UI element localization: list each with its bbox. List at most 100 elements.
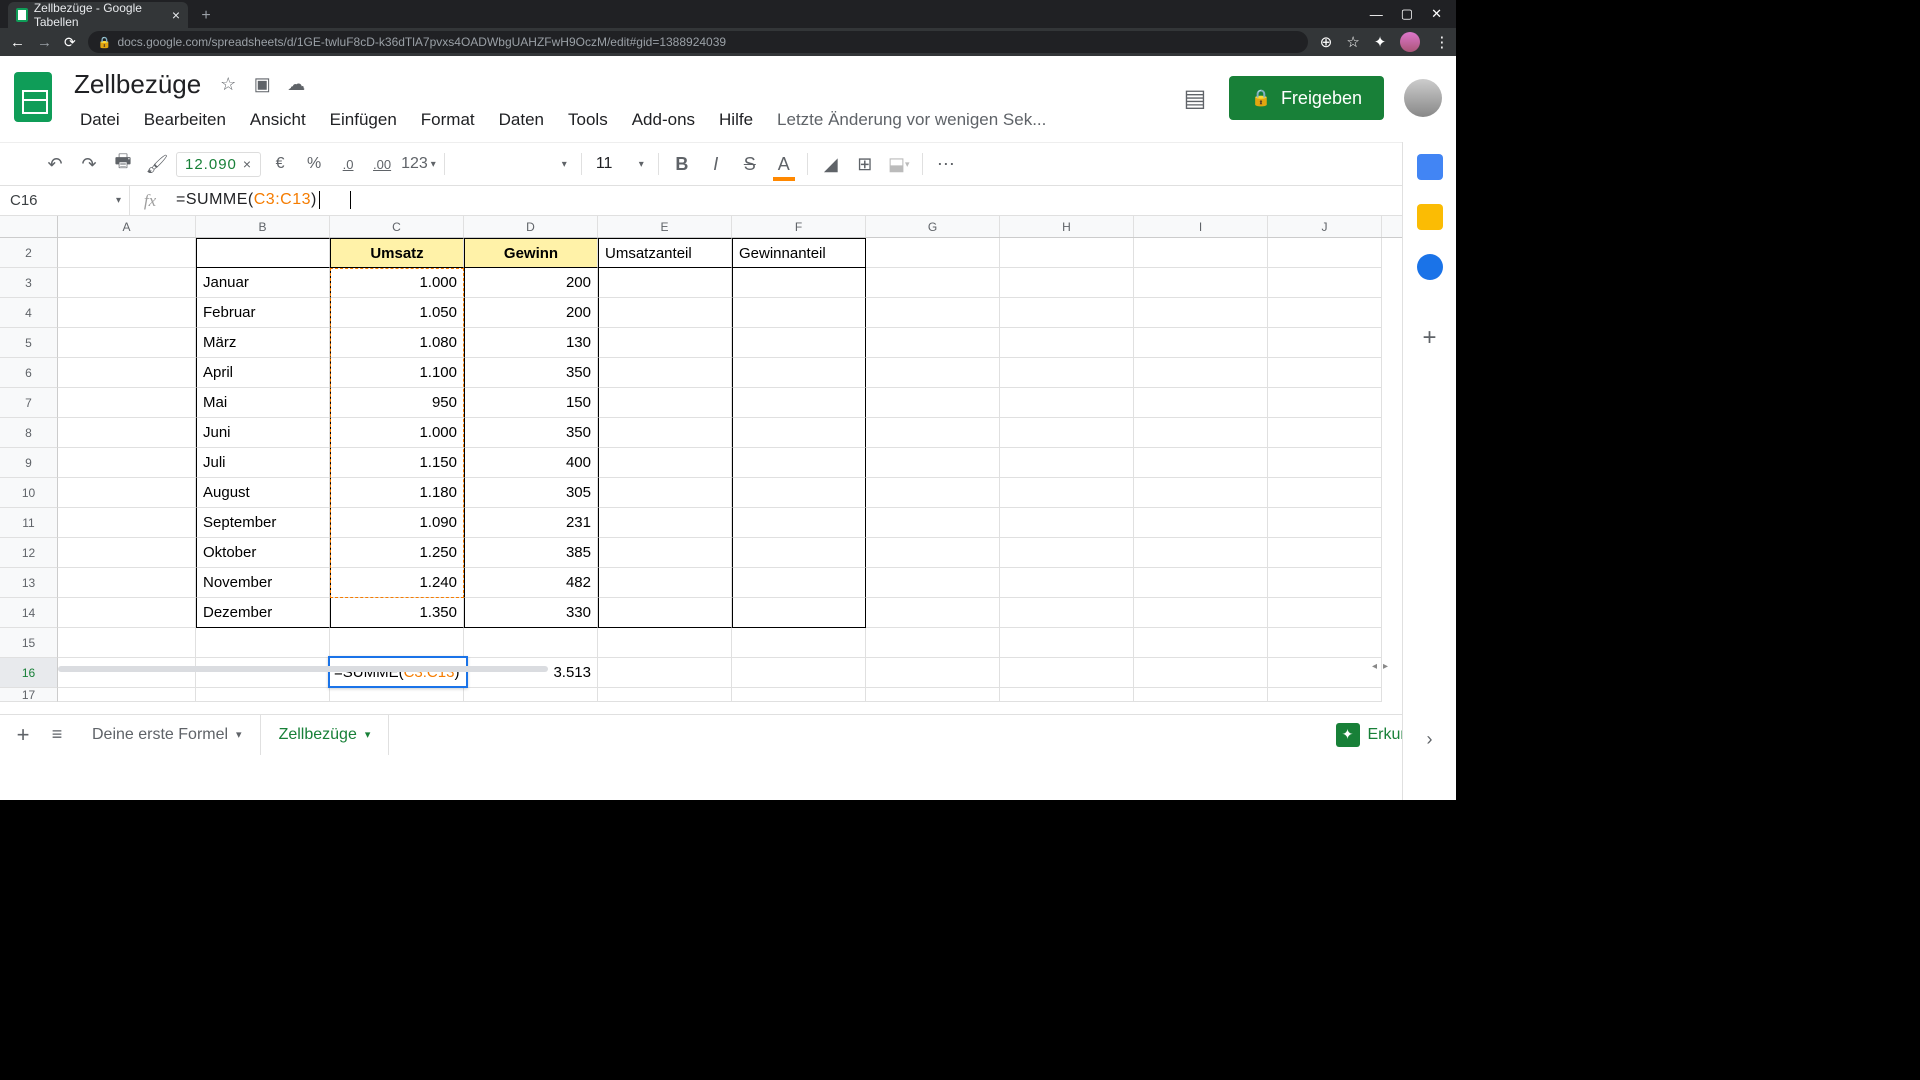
col-header-I[interactable]: I: [1134, 216, 1268, 237]
cell[interactable]: [598, 688, 732, 702]
increase-decimal-button[interactable]: .00: [367, 149, 397, 179]
row-header[interactable]: 4: [0, 298, 58, 328]
browser-tab[interactable]: Zellbezüge - Google Tabellen ×: [8, 2, 188, 28]
cell[interactable]: [1134, 538, 1268, 568]
cell[interactable]: [732, 388, 866, 418]
col-header-F[interactable]: F: [732, 216, 866, 237]
cell[interactable]: März: [196, 328, 330, 358]
cell[interactable]: [866, 688, 1000, 702]
cell[interactable]: 1.100: [330, 358, 464, 388]
cell[interactable]: [732, 328, 866, 358]
redo-button[interactable]: ↷: [74, 149, 104, 179]
cell[interactable]: [732, 628, 866, 658]
col-header-E[interactable]: E: [598, 216, 732, 237]
cell[interactable]: [196, 238, 330, 268]
back-button[interactable]: ←: [10, 34, 25, 51]
cell[interactable]: [1000, 598, 1134, 628]
formula-input[interactable]: =SUMME(C3:C13): [170, 191, 1456, 209]
row-header[interactable]: 17: [0, 688, 58, 702]
cell[interactable]: [58, 418, 196, 448]
cell[interactable]: [1268, 478, 1382, 508]
row-header[interactable]: 7: [0, 388, 58, 418]
cell[interactable]: [1134, 388, 1268, 418]
cell[interactable]: [598, 598, 732, 628]
cell[interactable]: [866, 598, 1000, 628]
col-header-C[interactable]: C: [330, 216, 464, 237]
cell[interactable]: [598, 508, 732, 538]
cell[interactable]: September: [196, 508, 330, 538]
row-header[interactable]: 6: [0, 358, 58, 388]
sheets-logo-icon[interactable]: [14, 72, 56, 128]
cell[interactable]: August: [196, 478, 330, 508]
row-header[interactable]: 12: [0, 538, 58, 568]
star-icon[interactable]: ☆: [217, 73, 239, 95]
col-header-J[interactable]: J: [1268, 216, 1382, 237]
cell[interactable]: [1134, 238, 1268, 268]
cell[interactable]: Gewinn: [464, 238, 598, 268]
cell[interactable]: [1268, 418, 1382, 448]
cell[interactable]: [1268, 538, 1382, 568]
cell[interactable]: [196, 688, 330, 702]
cell[interactable]: [58, 478, 196, 508]
cell[interactable]: 1.080: [330, 328, 464, 358]
print-button[interactable]: 🖶: [108, 149, 138, 179]
cell[interactable]: Januar: [196, 268, 330, 298]
cell[interactable]: [58, 448, 196, 478]
hide-panel-icon[interactable]: ›: [1427, 729, 1433, 750]
col-header-H[interactable]: H: [1000, 216, 1134, 237]
profile-avatar-icon[interactable]: [1400, 32, 1420, 52]
cell[interactable]: 150: [464, 388, 598, 418]
borders-button[interactable]: ⊞: [850, 149, 880, 179]
cell[interactable]: [866, 538, 1000, 568]
cell[interactable]: 350: [464, 418, 598, 448]
share-button[interactable]: 🔒 Freigeben: [1229, 76, 1384, 120]
cell[interactable]: [866, 448, 1000, 478]
menu-data[interactable]: Daten: [489, 106, 554, 134]
cell[interactable]: [330, 628, 464, 658]
cell[interactable]: [58, 238, 196, 268]
cell[interactable]: [464, 628, 598, 658]
cell[interactable]: 200: [464, 268, 598, 298]
col-header-G[interactable]: G: [866, 216, 1000, 237]
cell[interactable]: [1268, 358, 1382, 388]
new-tab-button[interactable]: +: [194, 4, 218, 28]
add-sheet-button[interactable]: +: [6, 718, 40, 752]
menu-file[interactable]: Datei: [70, 106, 130, 134]
cell[interactable]: [866, 508, 1000, 538]
row-header[interactable]: 9: [0, 448, 58, 478]
cell[interactable]: Oktober: [196, 538, 330, 568]
cell[interactable]: Juni: [196, 418, 330, 448]
cell[interactable]: [1000, 628, 1134, 658]
row-header[interactable]: 3: [0, 268, 58, 298]
cell[interactable]: 1.240: [330, 568, 464, 598]
cell[interactable]: [1134, 358, 1268, 388]
cell[interactable]: [58, 508, 196, 538]
cell[interactable]: 400: [464, 448, 598, 478]
cell[interactable]: [866, 658, 1000, 688]
cell[interactable]: [732, 508, 866, 538]
cell[interactable]: 950: [330, 388, 464, 418]
fill-color-button[interactable]: ◢: [816, 149, 846, 179]
menu-addons[interactable]: Add-ons: [622, 106, 705, 134]
name-box[interactable]: C16 ▾: [0, 186, 130, 215]
number-format-button[interactable]: 123▾: [401, 155, 436, 173]
cell[interactable]: [866, 358, 1000, 388]
cell[interactable]: [732, 418, 866, 448]
cell[interactable]: [58, 688, 196, 702]
cell[interactable]: [866, 478, 1000, 508]
cell[interactable]: [1000, 658, 1134, 688]
cell[interactable]: [1268, 568, 1382, 598]
maximize-icon[interactable]: ▢: [1401, 6, 1413, 22]
cloud-status-icon[interactable]: ☁: [285, 73, 307, 95]
move-folder-icon[interactable]: ▣: [251, 73, 273, 95]
cell[interactable]: 330: [464, 598, 598, 628]
cell[interactable]: [1268, 508, 1382, 538]
menu-format[interactable]: Format: [411, 106, 485, 134]
cell[interactable]: 130: [464, 328, 598, 358]
cell[interactable]: [866, 418, 1000, 448]
cell[interactable]: 1.150: [330, 448, 464, 478]
cell[interactable]: 482: [464, 568, 598, 598]
cell[interactable]: [1134, 448, 1268, 478]
menu-help[interactable]: Hilfe: [709, 106, 763, 134]
cell[interactable]: [330, 688, 464, 702]
